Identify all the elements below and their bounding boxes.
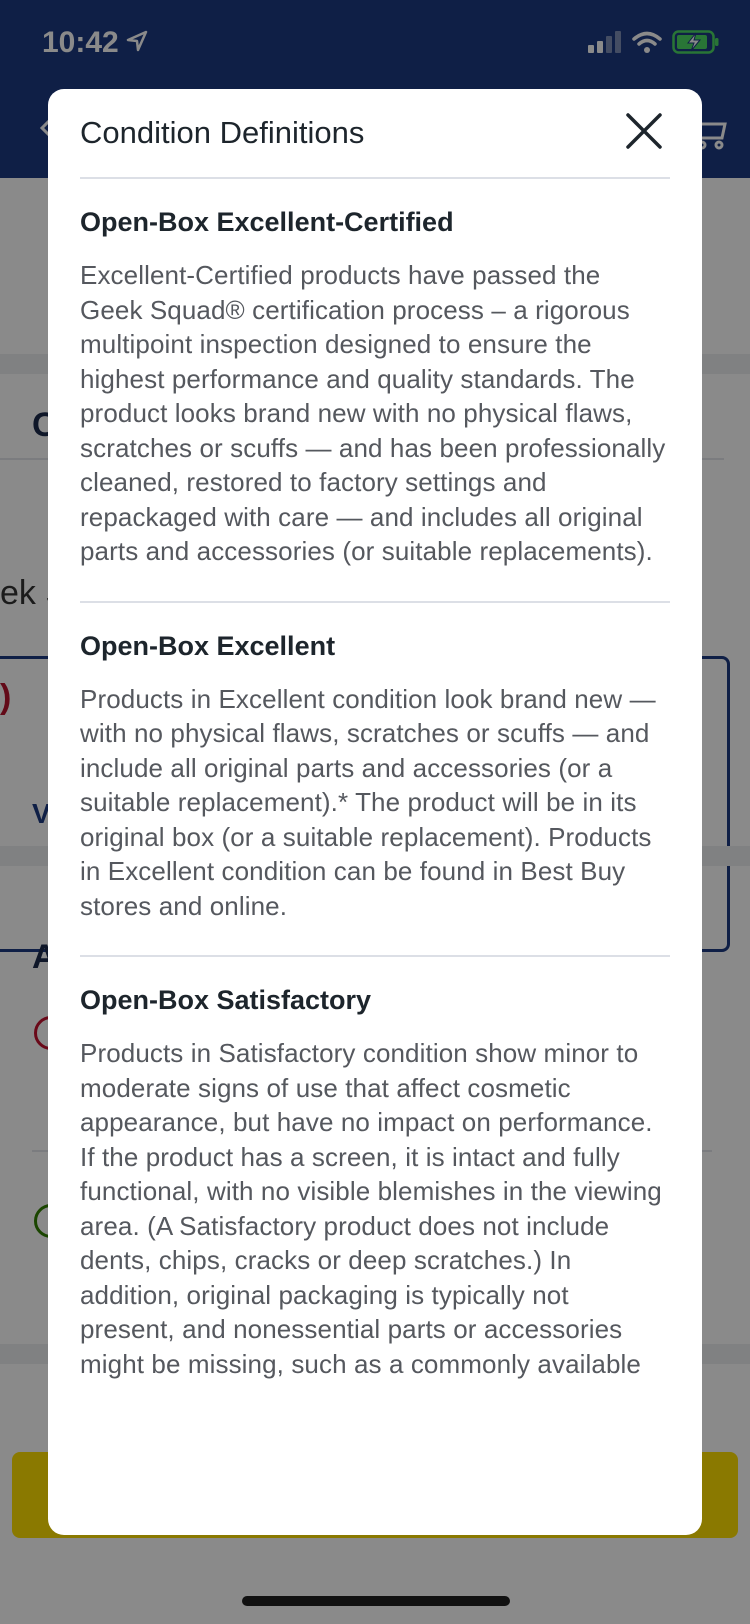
- condition-section: Open-Box Satisfactory Products in Satisf…: [80, 957, 670, 1413]
- modal-title: Condition Definitions: [80, 115, 365, 150]
- condition-title: Open-Box Excellent-Certified: [80, 207, 454, 237]
- modal-header: Condition Definitions: [80, 89, 670, 179]
- condition-section: Open-Box Excellent-Certified Excellent-C…: [80, 179, 670, 603]
- modal-body[interactable]: Open-Box Excellent-Certified Excellent-C…: [80, 179, 670, 1517]
- condition-definitions-modal: Condition Definitions Open-Box Excellent…: [48, 89, 702, 1535]
- condition-description: Excellent-Certified products have passed…: [80, 260, 666, 566]
- condition-title: Open-Box Satisfactory: [80, 985, 372, 1015]
- home-indicator[interactable]: [242, 1596, 510, 1606]
- condition-description: Products in Satisfactory condition show …: [80, 1038, 662, 1379]
- condition-title: Open-Box Excellent: [80, 630, 336, 661]
- condition-description: Products in Excellent condition look bra…: [80, 683, 656, 921]
- condition-section: Open-Box Excellent Products in Excellent…: [80, 603, 670, 957]
- close-icon[interactable]: [624, 111, 664, 151]
